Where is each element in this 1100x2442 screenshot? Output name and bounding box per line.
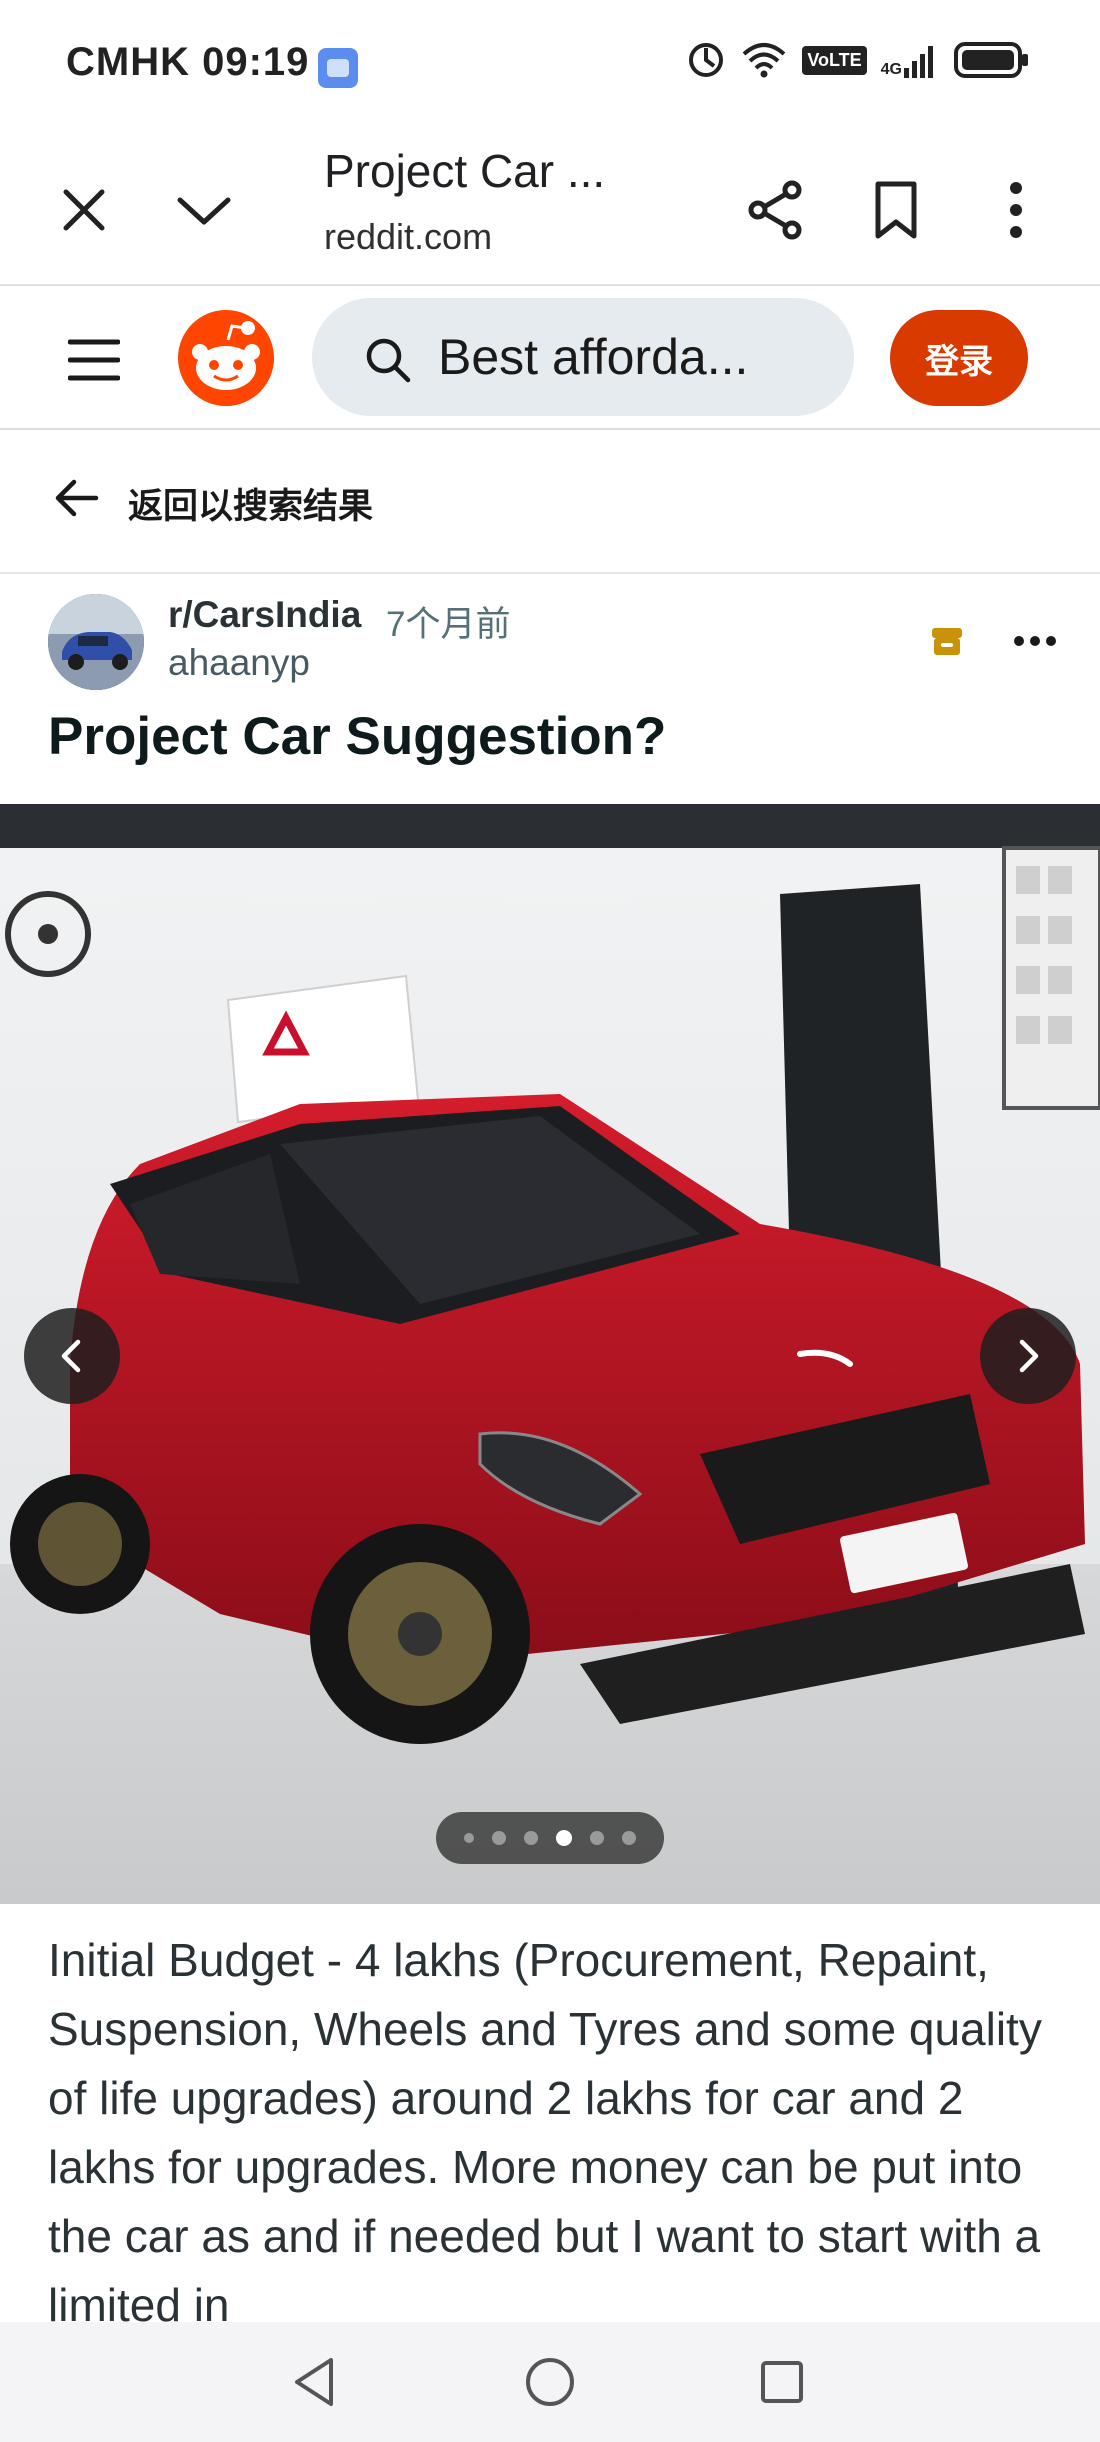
post-author[interactable]: ahaanyp	[168, 642, 310, 684]
browser-toolbar: Project Car ... reddit.com	[0, 130, 1100, 286]
post-title[interactable]: Project Car Suggestion?	[48, 706, 666, 767]
reddit-logo[interactable]	[176, 308, 276, 408]
post-time: 7个月前	[386, 605, 511, 644]
gallery-dot[interactable]	[464, 1833, 474, 1843]
page-title[interactable]: Project Car ...	[324, 144, 605, 198]
back-triangle-icon	[295, 2358, 333, 2406]
status-bar: CMHK 09:19 VoLTE 4G	[0, 0, 1100, 130]
status-time: CMHK 09:19	[66, 40, 310, 84]
data-saver-icon	[689, 43, 724, 77]
system-home-button[interactable]	[518, 2350, 582, 2414]
gallery-dot[interactable]	[524, 1831, 538, 1845]
more-vertical-icon	[1010, 182, 1022, 238]
close-icon	[63, 189, 105, 231]
gallery-next-button[interactable]	[980, 1308, 1076, 1404]
volte-badge: VoLTE	[802, 45, 867, 75]
share-button[interactable]	[736, 170, 816, 250]
bookmark-button[interactable]	[856, 170, 936, 250]
system-navigation-bar	[0, 2322, 1100, 2442]
chevron-right-icon	[1019, 1339, 1039, 1373]
back-to-search-link[interactable]: 返回以搜索结果	[0, 432, 1100, 574]
login-button[interactable]: 登录	[890, 310, 1028, 406]
subreddit-name[interactable]: r/CarsIndia	[168, 594, 361, 636]
gallery-dot[interactable]	[590, 1831, 604, 1845]
close-tab-button[interactable]	[44, 170, 124, 250]
post-body-text: Initial Budget - 4 lakhs (Procurement, R…	[48, 1934, 1042, 2322]
back-label: 返回以搜索结果	[128, 487, 374, 526]
archive-icon	[932, 628, 962, 655]
page-domain[interactable]: reddit.com	[324, 216, 492, 258]
system-back-button[interactable]	[282, 2350, 346, 2414]
browser-menu-button[interactable]	[976, 170, 1056, 250]
collapse-button[interactable]	[164, 170, 244, 250]
car-photo	[0, 804, 1100, 1904]
reddit-snoo-icon	[178, 310, 274, 406]
reddit-header: Best afforda... 登录	[0, 288, 1100, 430]
more-horizontal-icon	[1014, 636, 1056, 646]
gallery-pagination	[436, 1812, 664, 1864]
recents-square-icon	[761, 2361, 803, 2403]
notification-icon	[318, 48, 358, 88]
gallery-dot[interactable]	[622, 1831, 636, 1845]
bookmark-icon	[875, 181, 917, 239]
gallery-prev-button[interactable]	[24, 1308, 120, 1404]
car-avatar-icon	[48, 594, 144, 690]
hamburger-icon	[68, 339, 120, 381]
menu-button[interactable]	[52, 318, 136, 402]
gallery-dot-active[interactable]	[556, 1830, 572, 1846]
post-image-gallery[interactable]	[0, 804, 1100, 1904]
battery-icon	[954, 42, 1028, 78]
search-icon	[366, 338, 411, 383]
signal-icon: 4G	[881, 42, 940, 78]
network-type: 4G	[880, 61, 902, 78]
gallery-dot[interactable]	[492, 1831, 506, 1845]
wifi-icon	[742, 43, 786, 78]
status-icons: VoLTE 4G	[686, 40, 1030, 80]
subreddit-avatar[interactable]	[48, 594, 144, 690]
system-recents-button[interactable]	[750, 2350, 814, 2414]
arrow-left-icon	[55, 479, 99, 517]
share-icon	[748, 180, 802, 240]
chevron-down-icon	[177, 197, 231, 225]
post-options-button[interactable]	[1000, 616, 1070, 666]
home-circle-icon	[526, 2358, 574, 2406]
chevron-left-icon	[61, 1339, 81, 1373]
search-query: Best afforda...	[438, 329, 749, 385]
search-input[interactable]: Best afforda...	[312, 298, 854, 416]
